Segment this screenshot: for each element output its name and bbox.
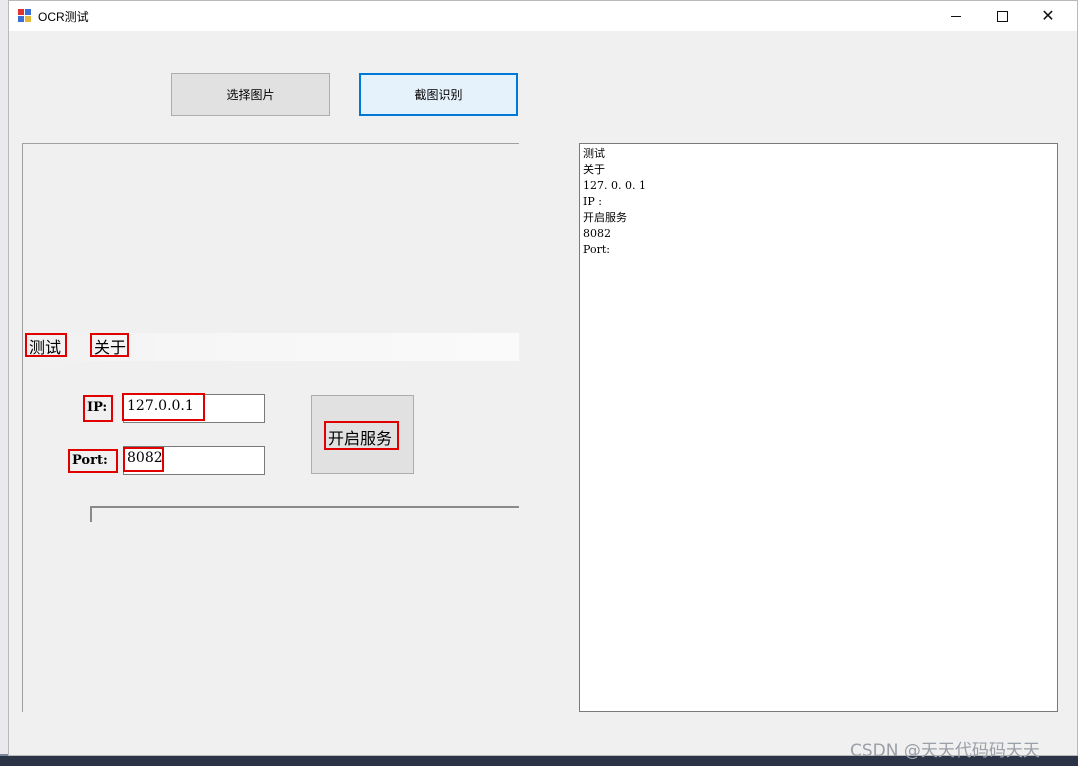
minimize-icon	[951, 15, 961, 17]
watermark: CSDN @天天代码码天天	[850, 741, 1040, 761]
captured-menu-item-about: 关于	[94, 338, 127, 357]
result-line: 关于	[583, 163, 605, 176]
maximize-icon	[996, 10, 1008, 22]
captured-port-value: 8082	[127, 450, 163, 466]
captured-ip-label: IP:	[87, 400, 108, 415]
captured-start-service-label: 开启服务	[328, 429, 393, 448]
captured-menu-item-test: 测试	[29, 338, 62, 357]
window-title: OCR测试	[38, 10, 89, 24]
capture-ocr-button[interactable]: 截图识别	[359, 73, 518, 116]
close-button[interactable]: ✕	[1025, 1, 1071, 31]
minimize-button[interactable]	[933, 1, 979, 31]
desktop-edge-left	[0, 0, 8, 766]
result-line: IP :	[583, 195, 602, 208]
captured-group-box	[90, 506, 519, 522]
captured-ip-value: 127.0.0.1	[127, 398, 194, 414]
result-line: 测试	[583, 147, 605, 160]
result-line: 127. 0. 0. 1	[583, 179, 646, 192]
result-line: 8082	[583, 227, 611, 240]
title-bar[interactable]: OCR测试 ✕	[9, 1, 1077, 31]
ocr-result-textarea[interactable]: 测试 关于 127. 0. 0. 1 IP : 开启服务 8082 Port:	[579, 143, 1058, 712]
app-icon	[18, 9, 32, 23]
result-line: 开启服务	[583, 211, 627, 224]
app-window: OCR测试 ✕ 选择图片 截图识别 测试 关于 IP: 127.0.0.1 Po…	[8, 0, 1078, 756]
captured-port-label: Port:	[72, 453, 108, 468]
select-image-button[interactable]: 选择图片	[171, 73, 330, 116]
maximize-button[interactable]	[979, 1, 1025, 31]
close-icon: ✕	[1041, 6, 1055, 25]
picture-box[interactable]: 测试 关于 IP: 127.0.0.1 Port: 8082 开启服务	[22, 143, 519, 712]
result-line: Port:	[583, 243, 610, 256]
